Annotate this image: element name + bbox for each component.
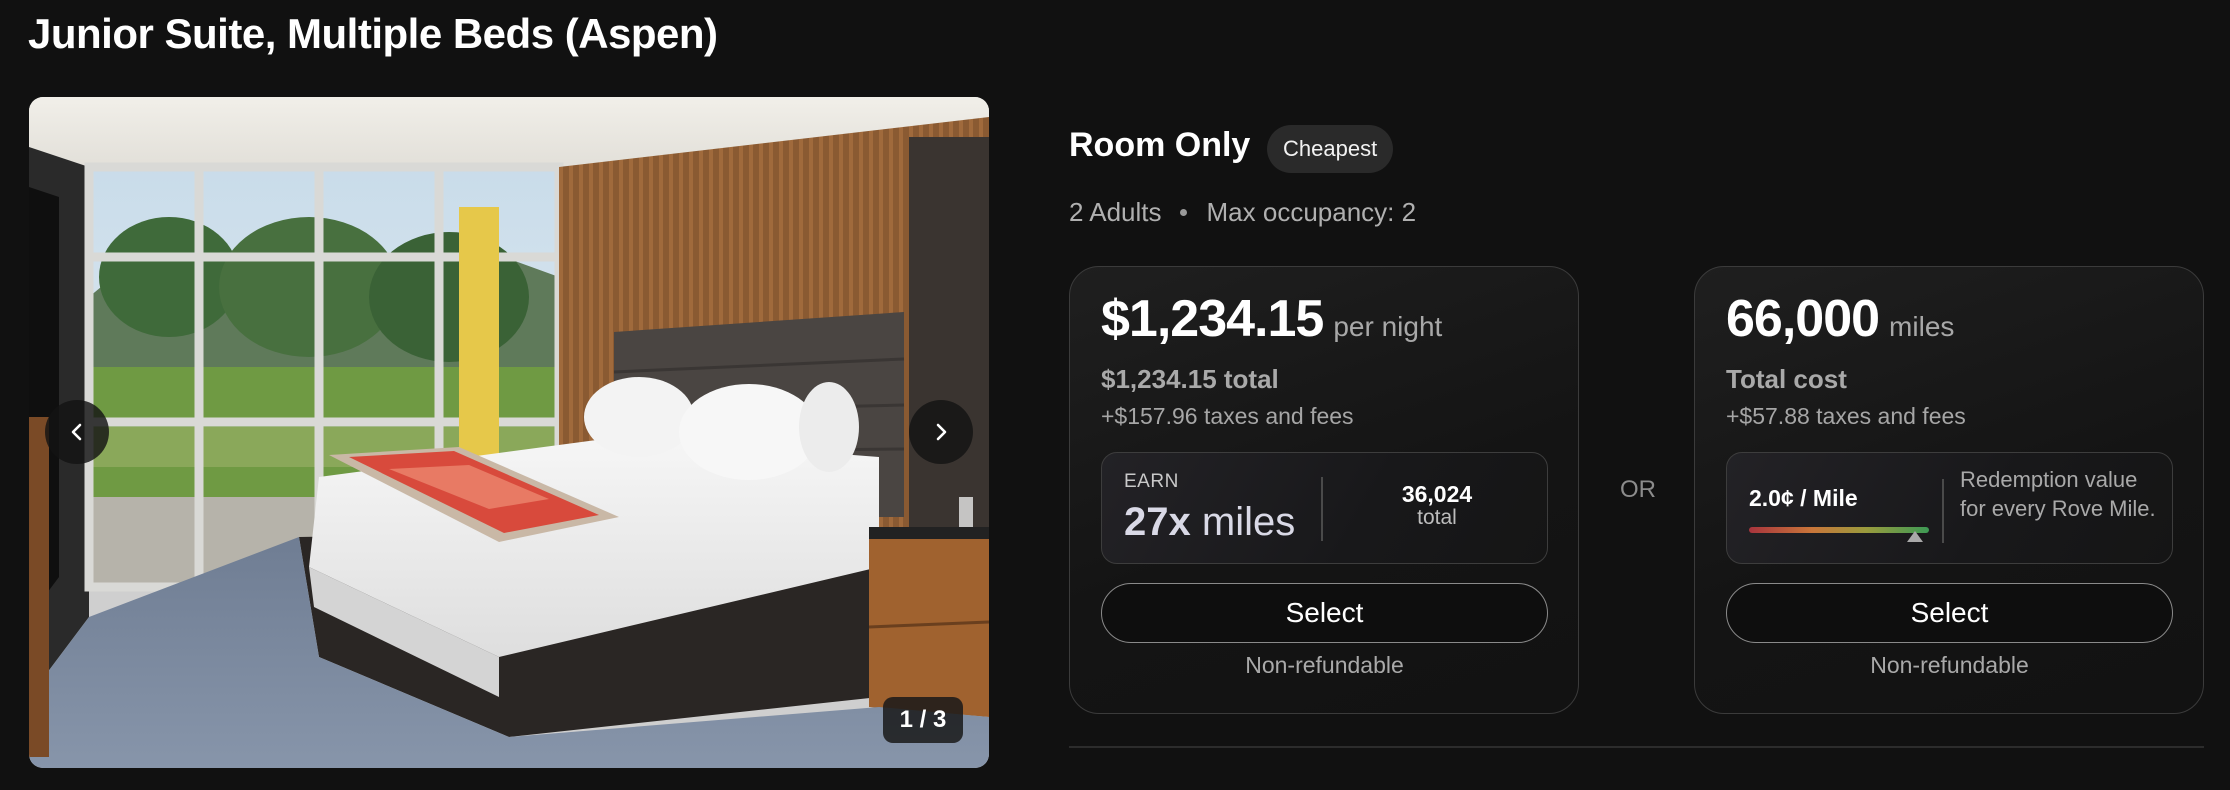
miles-price-value: 66,000 bbox=[1726, 290, 1880, 348]
earn-divider bbox=[1321, 477, 1323, 541]
cash-price: $1,234.15 per night bbox=[1101, 289, 1442, 349]
redemption-value-box: 2.0¢ / Mile Redemption value for every R… bbox=[1726, 452, 2173, 564]
chevron-right-icon bbox=[936, 423, 947, 441]
room-title: Junior Suite, Multiple Beds (Aspen) bbox=[28, 10, 718, 57]
room-photo-gallery[interactable]: 1 / 3 bbox=[29, 97, 989, 768]
section-divider bbox=[1069, 746, 2204, 748]
miles-taxes-fees: +$57.88 taxes and fees bbox=[1726, 403, 1966, 429]
cash-price-card: $1,234.15 per night $1,234.15 total +$157… bbox=[1069, 266, 1579, 714]
cheapest-badge: Cheapest bbox=[1267, 125, 1394, 173]
redemption-value-bar bbox=[1749, 527, 1929, 533]
select-miles-button[interactable]: Select bbox=[1726, 583, 2173, 643]
photo-counter: 1 / 3 bbox=[883, 697, 963, 743]
earn-miles-box: EARN 27x miles 36,024 total bbox=[1101, 452, 1548, 564]
earn-rate: 27x miles bbox=[1124, 500, 1295, 545]
triangle-up-icon bbox=[1906, 531, 1923, 542]
earn-total-label: total bbox=[1417, 506, 1457, 529]
cash-refund-policy: Non-refundable bbox=[1245, 652, 1404, 678]
miles-refund-policy: Non-refundable bbox=[1870, 652, 2029, 678]
miles-price-unit: miles bbox=[1889, 311, 1955, 342]
earn-label: EARN bbox=[1124, 471, 1179, 492]
or-separator: OR bbox=[1620, 476, 1656, 503]
redemption-divider bbox=[1942, 479, 1944, 543]
miles-price: 66,000 miles bbox=[1726, 289, 1954, 349]
earn-unit: miles bbox=[1201, 500, 1296, 544]
miles-total-cost: Total cost bbox=[1726, 364, 1847, 394]
earn-total: 36,024 total bbox=[1342, 481, 1532, 530]
rate-name: Room Only bbox=[1069, 126, 1251, 164]
guest-count: 2 Adults bbox=[1069, 197, 1162, 227]
separator-dot bbox=[1179, 209, 1187, 216]
cash-price-unit: per night bbox=[1333, 311, 1443, 342]
previous-photo-button[interactable] bbox=[45, 400, 109, 464]
next-photo-button[interactable] bbox=[909, 400, 973, 464]
cash-price-value: $1,234.15 bbox=[1101, 290, 1324, 348]
miles-price-card: 66,000 miles Total cost +$57.88 taxes and… bbox=[1694, 266, 2204, 714]
redemption-note: Redemption value for every Rove Mile. bbox=[1960, 467, 2156, 521]
select-cash-button[interactable]: Select bbox=[1101, 583, 1548, 643]
occupancy-info: 2 Adults Max occupancy: 2 bbox=[1069, 197, 1416, 228]
room-photo bbox=[29, 97, 989, 768]
redemption-rate: 2.0¢ / Mile bbox=[1749, 485, 1858, 511]
chevron-left-icon bbox=[71, 423, 82, 441]
max-occupancy: Max occupancy: 2 bbox=[1206, 197, 1417, 227]
cash-taxes-fees: +$157.96 taxes and fees bbox=[1101, 403, 1354, 429]
earn-total-value: 36,024 bbox=[1401, 481, 1473, 507]
cash-total: $1,234.15 total bbox=[1101, 364, 1279, 394]
earn-multiplier: 27x bbox=[1124, 500, 1191, 544]
